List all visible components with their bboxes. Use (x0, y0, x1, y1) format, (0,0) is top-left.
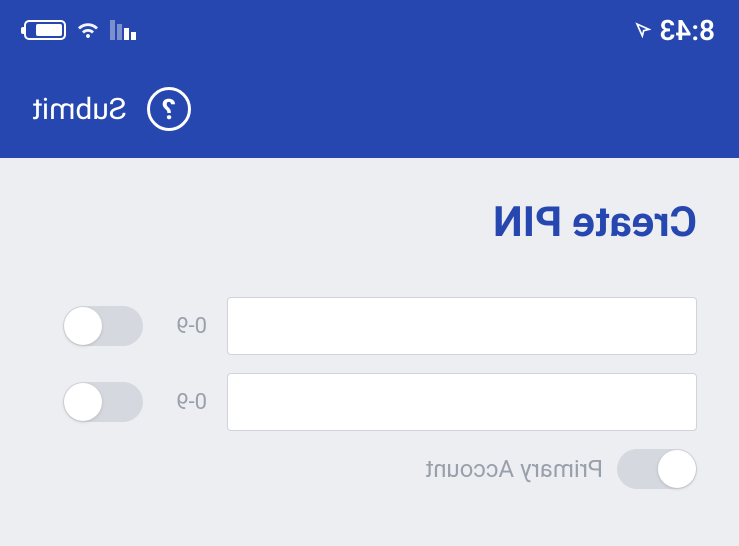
confirm-pin-hint: 0-9 (163, 390, 207, 415)
submit-button[interactable]: Submit (32, 92, 127, 127)
primary-account-toggle[interactable] (617, 449, 697, 489)
question-mark-icon: ? (162, 93, 176, 126)
signal-icon (110, 20, 136, 40)
confirm-pin-input[interactable] (227, 373, 697, 431)
page-title: Create PIN (42, 198, 697, 247)
pin-row: 0-9 (42, 297, 697, 355)
toggle-knob (64, 383, 102, 421)
location-icon (635, 22, 651, 38)
pin-hint: 0-9 (163, 314, 207, 339)
status-bar: 8:43 (0, 0, 739, 60)
wifi-icon (76, 20, 100, 40)
status-time-group: 8:43 (635, 14, 715, 47)
pin-visibility-toggle[interactable] (63, 306, 143, 346)
toggle-knob (64, 307, 102, 345)
status-indicators (24, 20, 136, 40)
help-button[interactable]: ? (147, 87, 191, 131)
primary-account-row: Primary Account (42, 449, 697, 489)
content-area: Create PIN 0-9 0-9 Primary Account (0, 158, 739, 489)
app-bar: ? Submit (0, 60, 739, 158)
confirm-pin-row: 0-9 (42, 373, 697, 431)
battery-icon (24, 20, 66, 40)
confirm-visibility-toggle[interactable] (63, 382, 143, 422)
app-header: 8:43 ? Submit (0, 0, 739, 158)
toggle-knob (658, 450, 696, 488)
primary-account-label: Primary Account (425, 455, 603, 483)
clock-time: 8:43 (659, 14, 715, 47)
pin-input[interactable] (227, 297, 697, 355)
